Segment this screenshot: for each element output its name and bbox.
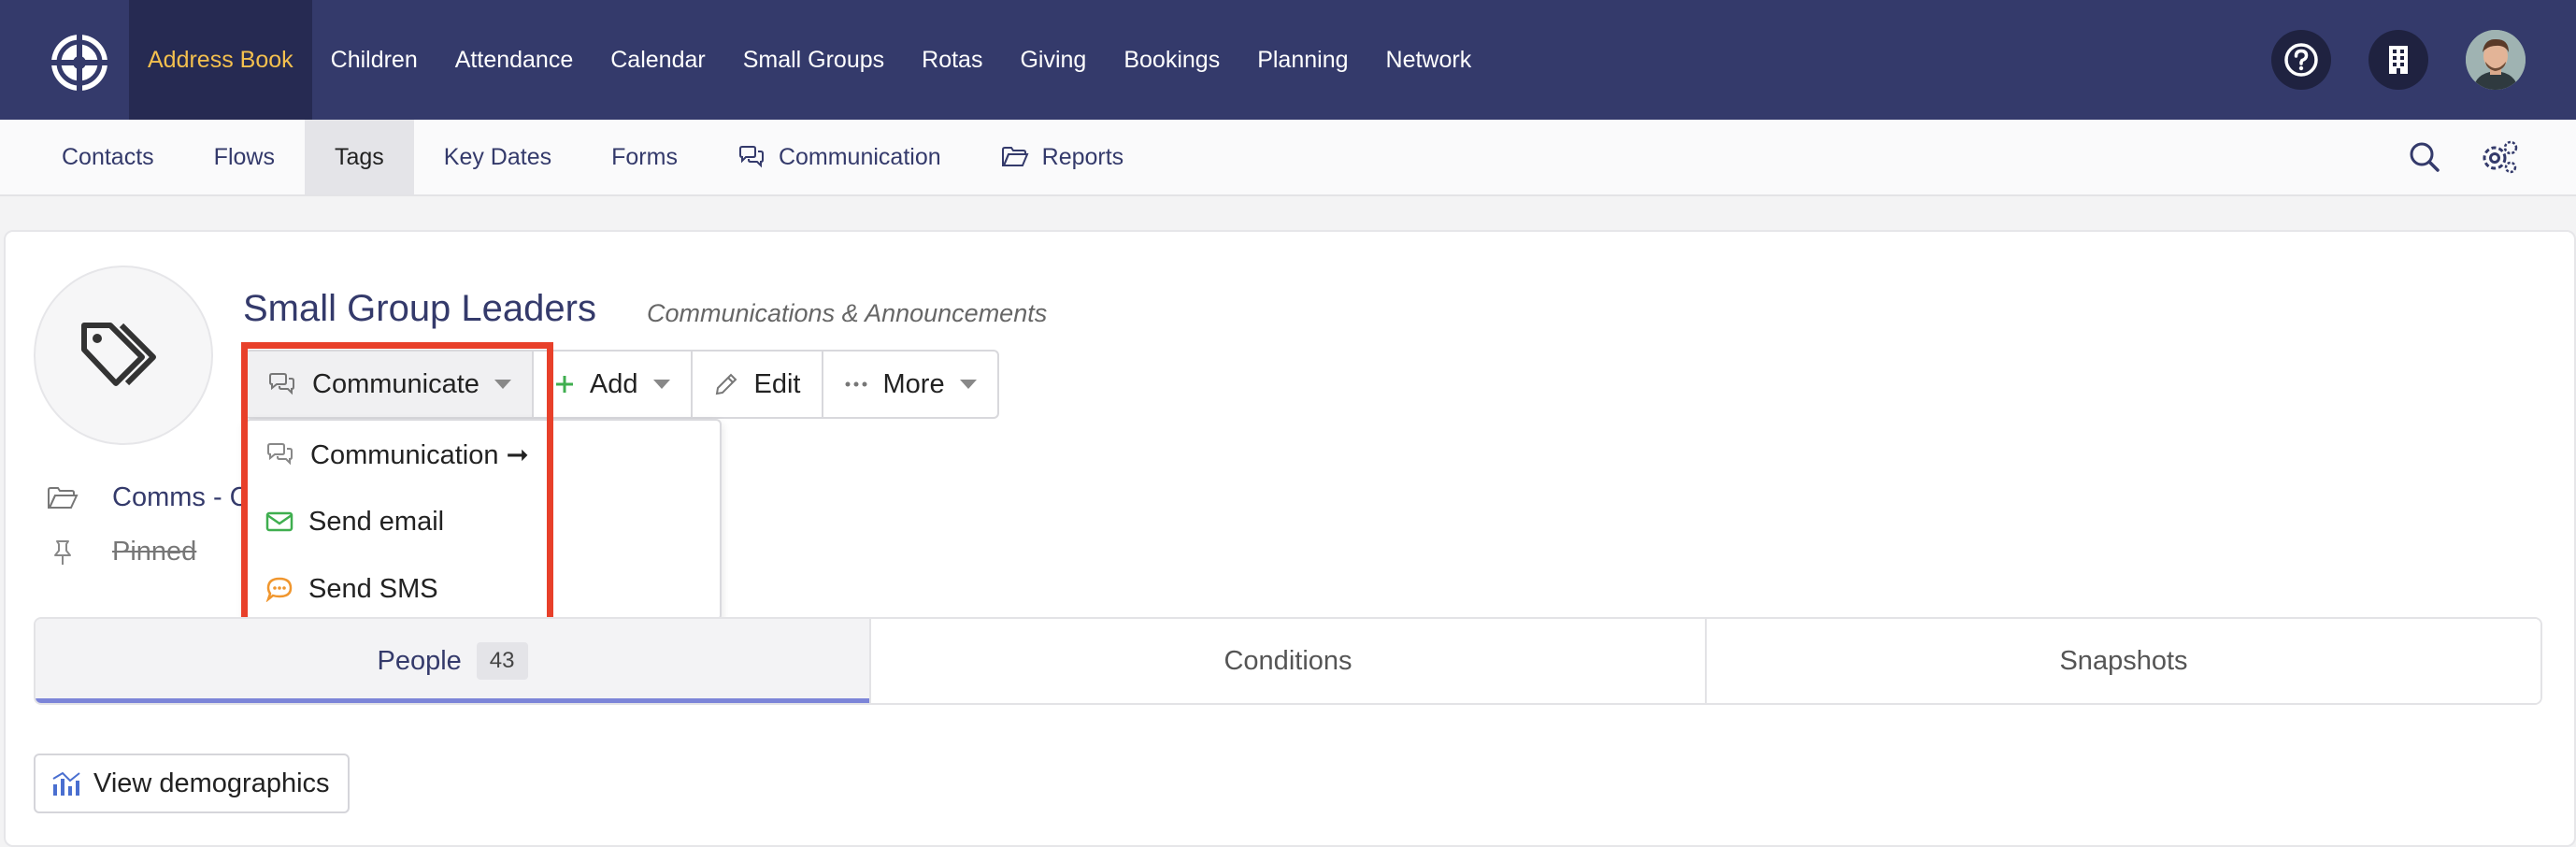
menu-item-send-sms[interactable]: Send SMS bbox=[247, 561, 720, 617]
plus-icon bbox=[554, 374, 575, 395]
subnav-item-tags[interactable]: Tags bbox=[304, 120, 414, 194]
menu-item-communication[interactable]: Communication ➞ bbox=[247, 426, 720, 482]
edit-label: Edit bbox=[753, 368, 801, 399]
pinned-row: Pinned bbox=[47, 537, 196, 567]
subnav-item-contacts[interactable]: Contacts bbox=[32, 120, 184, 194]
subnav-label: Reports bbox=[1041, 143, 1124, 170]
chat-icon bbox=[737, 145, 766, 169]
subnav-label: Forms bbox=[611, 143, 678, 170]
chevron-down-icon bbox=[652, 380, 670, 389]
sub-navigation-bar: Contacts Flows Tags Key Dates Forms Comm… bbox=[0, 120, 2576, 196]
edit-button[interactable]: Edit bbox=[693, 352, 823, 417]
menu-item-label: Send email bbox=[308, 506, 445, 537]
tag-avatar bbox=[34, 266, 213, 445]
main-nav: Address Book Children Attendance Calenda… bbox=[129, 0, 1490, 120]
top-navigation-bar: Address Book Children Attendance Calenda… bbox=[0, 0, 2576, 120]
app-logo-icon[interactable] bbox=[49, 32, 110, 93]
page-title: Small Group Leaders bbox=[243, 288, 596, 329]
subnav-label: Flows bbox=[213, 143, 275, 170]
page-subtitle: Communications & Announcements bbox=[647, 299, 1048, 327]
more-label: More bbox=[882, 368, 945, 399]
tab-conditions[interactable]: Conditions bbox=[871, 619, 1707, 703]
more-button[interactable]: More bbox=[823, 352, 997, 417]
subnav-item-flows[interactable]: Flows bbox=[184, 120, 305, 194]
tab-snapshots[interactable]: Snapshots bbox=[1707, 619, 2540, 703]
subnav-label: Communication bbox=[778, 143, 941, 170]
communicate-button[interactable]: Communicate bbox=[247, 352, 534, 417]
folder-row: Comms - C bbox=[47, 482, 250, 513]
bar-chart-icon bbox=[50, 769, 82, 797]
building-icon[interactable] bbox=[2368, 30, 2428, 90]
chat-icon bbox=[267, 372, 297, 396]
folder-link[interactable]: Comms - C bbox=[112, 482, 250, 513]
nav-item-attendance[interactable]: Attendance bbox=[436, 0, 593, 120]
add-label: Add bbox=[589, 368, 638, 399]
add-button[interactable]: Add bbox=[534, 352, 693, 417]
tab-bar: People 43 Conditions Snapshots bbox=[34, 617, 2542, 705]
pin-icon bbox=[47, 538, 79, 567]
subnav-label: Contacts bbox=[62, 143, 154, 170]
settings-icon[interactable] bbox=[2479, 138, 2518, 176]
subnav-item-key-dates[interactable]: Key Dates bbox=[414, 120, 581, 194]
pinned-label[interactable]: Pinned bbox=[112, 537, 196, 567]
count-badge: 43 bbox=[476, 642, 528, 680]
subnav-label: Tags bbox=[334, 143, 384, 170]
nav-item-bookings[interactable]: Bookings bbox=[1105, 0, 1238, 120]
folder-icon bbox=[1001, 146, 1029, 168]
communicate-label: Communicate bbox=[312, 368, 479, 399]
subnav-item-communication[interactable]: Communication bbox=[708, 120, 971, 194]
menu-item-send-email[interactable]: Send email bbox=[247, 494, 720, 550]
nav-item-planning[interactable]: Planning bbox=[1238, 0, 1367, 120]
sms-icon bbox=[265, 576, 293, 602]
tab-label: People bbox=[377, 645, 462, 676]
pencil-icon bbox=[713, 371, 739, 397]
demographics-label: View demographics bbox=[93, 768, 330, 798]
chat-icon bbox=[265, 442, 295, 467]
subnav-item-reports[interactable]: Reports bbox=[971, 120, 1154, 194]
nav-item-giving[interactable]: Giving bbox=[1001, 0, 1105, 120]
nav-item-children[interactable]: Children bbox=[312, 0, 436, 120]
menu-item-label: Send SMS bbox=[308, 573, 438, 604]
nav-item-calendar[interactable]: Calendar bbox=[592, 0, 723, 120]
nav-item-network[interactable]: Network bbox=[1367, 0, 1491, 120]
view-demographics-button[interactable]: View demographics bbox=[34, 754, 350, 813]
ellipsis-icon bbox=[844, 380, 868, 388]
chevron-down-icon bbox=[959, 380, 977, 389]
folder-icon bbox=[47, 486, 79, 510]
action-button-group: Communicate Add Edit More bbox=[245, 350, 999, 419]
envelope-icon bbox=[265, 510, 293, 533]
search-icon[interactable] bbox=[2406, 138, 2443, 176]
tab-label: Conditions bbox=[1224, 645, 1352, 676]
tab-label: Snapshots bbox=[2059, 645, 2188, 676]
communicate-dropdown-menu: Communication ➞ Send email Send SMS bbox=[245, 419, 722, 621]
user-avatar[interactable] bbox=[2466, 30, 2526, 90]
subnav-label: Key Dates bbox=[443, 143, 552, 170]
chevron-down-icon bbox=[494, 380, 511, 389]
subnav-item-forms[interactable]: Forms bbox=[581, 120, 708, 194]
menu-item-label: Communication ➞ bbox=[310, 439, 529, 470]
nav-item-rotas[interactable]: Rotas bbox=[903, 0, 1001, 120]
nav-item-small-groups[interactable]: Small Groups bbox=[724, 0, 903, 120]
nav-item-address-book[interactable]: Address Book bbox=[129, 0, 312, 120]
tag-icon bbox=[79, 318, 168, 393]
help-icon[interactable] bbox=[2271, 30, 2331, 90]
tab-people[interactable]: People 43 bbox=[36, 619, 871, 703]
sub-nav: Contacts Flows Tags Key Dates Forms Comm… bbox=[32, 120, 1153, 194]
